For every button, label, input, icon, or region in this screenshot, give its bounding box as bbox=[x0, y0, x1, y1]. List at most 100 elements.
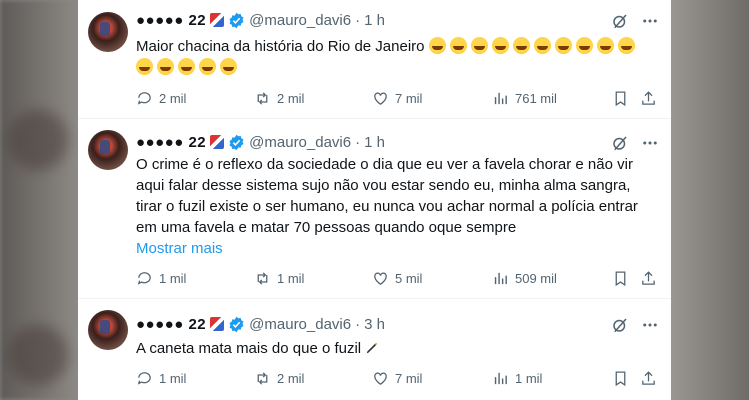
avatar[interactable] bbox=[88, 12, 128, 52]
background-blur bbox=[8, 110, 68, 170]
crying-face-emoji-icon bbox=[470, 37, 488, 54]
views-icon bbox=[494, 372, 507, 384]
tweet-header: ●●●●● 22 @mauro_davi6 · 3 h bbox=[136, 314, 385, 334]
crying-face-emoji-icon bbox=[575, 37, 593, 54]
reply-count: 1 mil bbox=[159, 370, 187, 386]
retweet-count: 2 mil bbox=[277, 370, 305, 386]
share-icon bbox=[642, 90, 655, 105]
retweet-button[interactable]: 1 mil bbox=[254, 270, 304, 287]
handle[interactable]: @mauro_davi6 bbox=[249, 316, 351, 333]
handle[interactable]: @mauro_davi6 bbox=[249, 12, 351, 29]
display-name[interactable]: ●●●●● 22 bbox=[136, 12, 206, 29]
like-count: 7 mil bbox=[395, 370, 423, 386]
bookmark-icon bbox=[615, 370, 626, 386]
retweet-button[interactable]: 2 mil bbox=[254, 370, 304, 387]
retweet-icon bbox=[257, 371, 268, 385]
crying-face-emoji-icon bbox=[491, 37, 509, 54]
crying-face-emoji-icon bbox=[449, 37, 467, 54]
crying-face-emoji-icon bbox=[199, 58, 216, 75]
bookmark-button[interactable] bbox=[612, 370, 629, 387]
reply-icon bbox=[137, 91, 151, 105]
crying-face-emoji-icon bbox=[533, 37, 551, 54]
crying-face-emoji-icon bbox=[428, 37, 446, 54]
show-more-link[interactable]: Mostrar mais bbox=[136, 240, 223, 257]
share-button[interactable] bbox=[640, 270, 657, 287]
crying-face-emoji-icon bbox=[220, 58, 237, 75]
views-button[interactable]: 761 mil bbox=[492, 90, 557, 107]
retweet-icon bbox=[257, 91, 268, 105]
more-icon[interactable] bbox=[641, 12, 659, 30]
views-count: 509 mil bbox=[515, 270, 557, 286]
like-icon bbox=[374, 372, 387, 385]
verified-icon bbox=[229, 316, 244, 332]
tweet-text-content: O crime é o reflexo da sociedade o dia q… bbox=[136, 156, 638, 236]
flag-icon bbox=[210, 13, 225, 27]
more-icon[interactable] bbox=[641, 316, 659, 334]
reply-button[interactable]: 1 mil bbox=[136, 270, 186, 287]
timestamp[interactable]: 3 h bbox=[364, 316, 385, 333]
handle[interactable]: @mauro_davi6 bbox=[249, 134, 351, 151]
tweet[interactable]: ●●●●● 22 @mauro_davi6 · 3 h A caneta mat… bbox=[78, 298, 671, 400]
tweet-text-content: A caneta mata mais do que o fuzil bbox=[136, 340, 362, 357]
bookmark-icon bbox=[615, 270, 626, 286]
separator: · bbox=[355, 11, 361, 29]
timeline-panel: ●●●●● 22 @mauro_davi6 · 1 h Maior chacin… bbox=[78, 0, 671, 400]
background-right bbox=[671, 0, 749, 400]
separator: · bbox=[355, 133, 361, 151]
flag-icon bbox=[210, 135, 225, 149]
reply-count: 2 mil bbox=[159, 90, 187, 106]
views-button[interactable]: 509 mil bbox=[492, 270, 557, 287]
grok-icon[interactable] bbox=[611, 12, 629, 30]
background-blur bbox=[8, 325, 68, 385]
verified-icon bbox=[229, 134, 244, 150]
tweet-text: Maior chacina da história do Rio de Jane… bbox=[136, 36, 656, 78]
crying-face-emoji-icon bbox=[617, 37, 635, 54]
share-button[interactable] bbox=[640, 370, 657, 387]
views-count: 1 mil bbox=[515, 370, 543, 386]
like-button[interactable]: 5 mil bbox=[372, 270, 422, 287]
like-button[interactable]: 7 mil bbox=[372, 90, 422, 107]
more-icon[interactable] bbox=[641, 134, 659, 152]
tweet-text-content: Maior chacina da história do Rio de Jane… bbox=[136, 38, 425, 55]
crying-face-emoji-icon bbox=[554, 37, 572, 54]
tweet[interactable]: ●●●●● 22 @mauro_davi6 · 1 h Maior chacin… bbox=[78, 0, 671, 119]
views-button[interactable]: 1 mil bbox=[492, 370, 542, 387]
tweet-header: ●●●●● 22 @mauro_davi6 · 1 h bbox=[136, 10, 385, 30]
retweet-button[interactable]: 2 mil bbox=[254, 90, 304, 107]
display-name[interactable]: ●●●●● 22 bbox=[136, 134, 206, 151]
action-bar: 2 mil 2 mil 7 mil 761 mil bbox=[136, 88, 656, 108]
top-actions bbox=[611, 316, 659, 334]
verified-icon bbox=[229, 12, 244, 28]
retweet-count: 2 mil bbox=[277, 90, 305, 106]
like-count: 5 mil bbox=[395, 270, 423, 286]
like-count: 7 mil bbox=[395, 90, 423, 106]
flag-icon bbox=[210, 317, 225, 331]
tweet[interactable]: ●●●●● 22 @mauro_davi6 · 1 h O crime é o … bbox=[78, 118, 671, 299]
share-button[interactable] bbox=[640, 90, 657, 107]
reply-button[interactable]: 1 mil bbox=[136, 370, 186, 387]
tweet-header: ●●●●● 22 @mauro_davi6 · 1 h bbox=[136, 132, 385, 152]
like-button[interactable]: 7 mil bbox=[372, 370, 422, 387]
views-count: 761 mil bbox=[515, 90, 557, 106]
action-bar: 1 mil 2 mil 7 mil 1 mil bbox=[136, 368, 656, 388]
separator: · bbox=[355, 315, 361, 333]
reply-icon bbox=[137, 371, 151, 385]
display-name[interactable]: ●●●●● 22 bbox=[136, 316, 206, 333]
bookmark-button[interactable] bbox=[612, 270, 629, 287]
bookmark-button[interactable] bbox=[612, 90, 629, 107]
reply-button[interactable]: 2 mil bbox=[136, 90, 186, 107]
crying-face-emoji-icon bbox=[178, 58, 195, 75]
grok-icon[interactable] bbox=[611, 316, 629, 334]
crying-face-emoji-icon bbox=[596, 37, 614, 54]
share-icon bbox=[642, 370, 655, 385]
pen-emoji-icon bbox=[367, 342, 378, 354]
retweet-count: 1 mil bbox=[277, 270, 305, 286]
crying-face-emoji-icon bbox=[136, 58, 153, 75]
avatar[interactable] bbox=[88, 310, 128, 350]
grok-icon[interactable] bbox=[611, 134, 629, 152]
avatar[interactable] bbox=[88, 130, 128, 170]
timestamp[interactable]: 1 h bbox=[364, 12, 385, 29]
timestamp[interactable]: 1 h bbox=[364, 134, 385, 151]
views-icon bbox=[494, 272, 507, 284]
top-actions bbox=[611, 12, 659, 30]
